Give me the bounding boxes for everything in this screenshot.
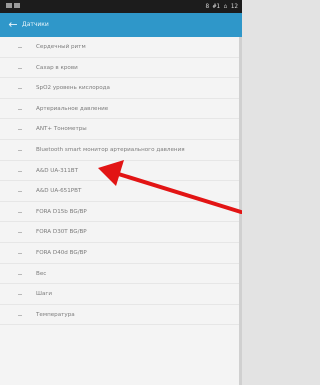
list-bullet bbox=[18, 273, 22, 275]
list-item-label: FORA D15b BG/BP bbox=[36, 208, 87, 215]
list-item-label: Сахар в крови bbox=[36, 64, 78, 71]
list-item[interactable]: FORA D15b BG/BP bbox=[0, 202, 242, 223]
list-bullet bbox=[18, 108, 22, 110]
list-bullet bbox=[18, 67, 22, 69]
list-item[interactable]: ANT+ Тонометры bbox=[0, 119, 242, 140]
list-item[interactable]: Сахар в крови bbox=[0, 58, 242, 79]
list-item-label: Шаги bbox=[36, 291, 52, 298]
list-item-label: Артериальное давление bbox=[36, 105, 109, 112]
status-indicators: 8 #1 ⌂ 12 bbox=[205, 3, 238, 10]
list-bullet bbox=[18, 252, 22, 254]
list-bullet bbox=[18, 211, 22, 213]
list-item-label: A&D UA-651PBT bbox=[36, 188, 82, 195]
notification-icons bbox=[6, 3, 28, 10]
page-title: Датчики bbox=[22, 21, 49, 28]
status-bar: 8 #1 ⌂ 12 bbox=[0, 0, 242, 13]
list-item[interactable]: Вес bbox=[0, 264, 242, 285]
back-arrow-icon[interactable]: ← bbox=[6, 18, 20, 32]
app-bar: ← Датчики bbox=[0, 13, 242, 37]
sensor-list: Сердечный ритм Сахар в крови SpO2 уровен… bbox=[0, 37, 242, 326]
list-item-label: FORA D40d BG/BP bbox=[36, 249, 87, 256]
list-bullet bbox=[18, 314, 22, 316]
list-item[interactable]: Температура bbox=[0, 305, 242, 326]
list-item[interactable]: Bluetooth smart монитор артериального да… bbox=[0, 140, 242, 161]
list-item[interactable]: A&D UA-651PBT bbox=[0, 181, 242, 202]
list-bullet bbox=[18, 88, 22, 90]
list-bullet bbox=[18, 232, 22, 234]
notification-icon bbox=[14, 3, 20, 8]
list-item-label: FORA D30T BG/BP bbox=[36, 229, 87, 236]
list-item[interactable]: A&D UA-311BT bbox=[0, 161, 242, 182]
phone-screen: 8 #1 ⌂ 12 ← Датчики Сердечный ритм Сахар… bbox=[0, 0, 242, 385]
list-bullet bbox=[18, 294, 22, 296]
list-bullet bbox=[18, 47, 22, 48]
list-item[interactable]: FORA D30T BG/BP bbox=[0, 222, 242, 243]
list-item[interactable]: Шаги bbox=[0, 284, 242, 305]
list-item[interactable]: SpO2 уровень кислорода bbox=[0, 78, 242, 99]
list-item-label: Температура bbox=[36, 311, 75, 318]
list-item-label: SpO2 уровень кислорода bbox=[36, 85, 110, 92]
list-bullet bbox=[18, 149, 22, 151]
list-item[interactable]: FORA D40d BG/BP bbox=[0, 243, 242, 264]
list-item-label: Сердечный ритм bbox=[36, 44, 86, 50]
list-bullet bbox=[18, 191, 22, 193]
notification-icon bbox=[6, 3, 12, 8]
list-item-label: A&D UA-311BT bbox=[36, 167, 79, 174]
list-bullet bbox=[18, 170, 22, 172]
list-item-label: ANT+ Тонометры bbox=[36, 126, 87, 133]
list-item-label: Вес bbox=[36, 270, 47, 277]
list-item-label: Bluetooth smart монитор артериального да… bbox=[36, 146, 185, 153]
list-item[interactable]: Сердечный ритм bbox=[0, 37, 242, 58]
list-bullet bbox=[18, 129, 22, 131]
screen-edge-shadow bbox=[239, 37, 242, 385]
list-item[interactable]: Артериальное давление bbox=[0, 99, 242, 120]
